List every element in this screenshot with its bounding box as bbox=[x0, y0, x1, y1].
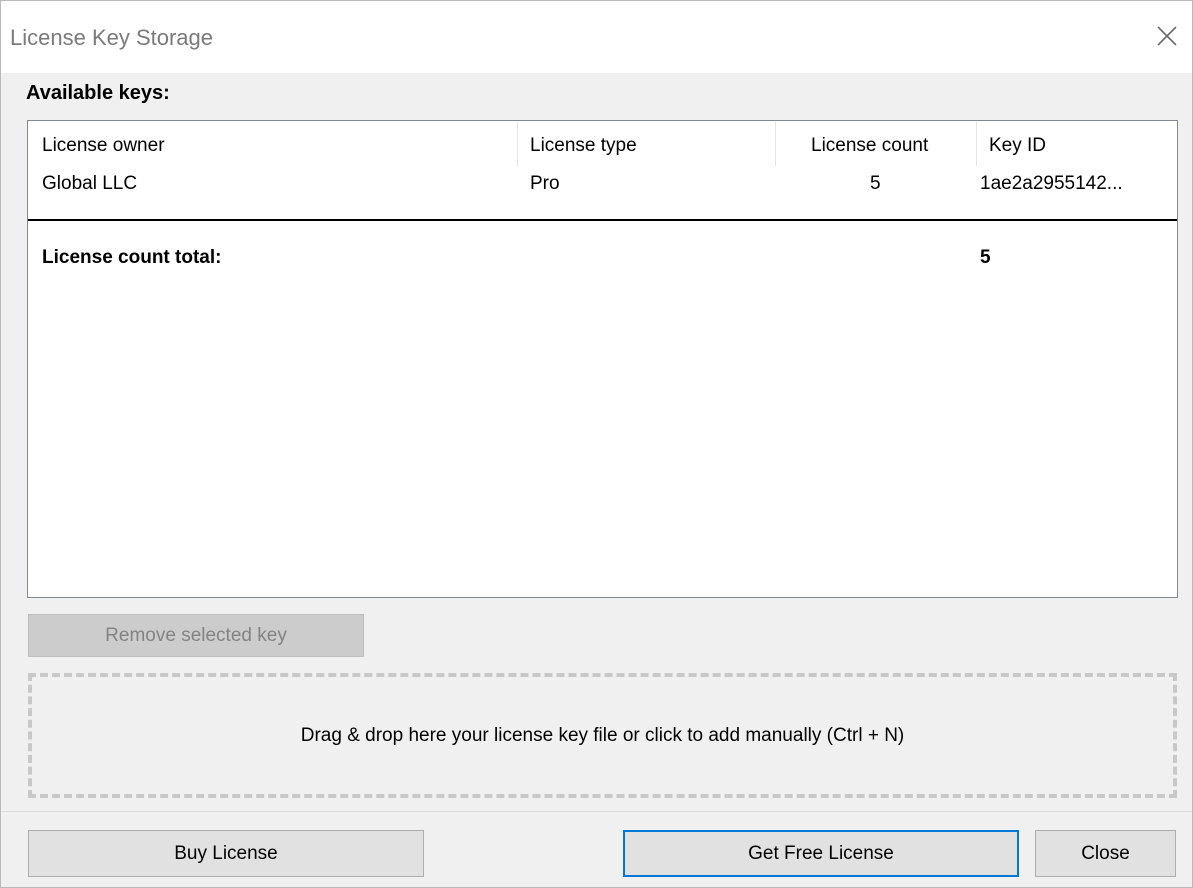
cell-owner: Global LLC bbox=[42, 173, 138, 194]
column-header-count[interactable]: License count bbox=[811, 135, 928, 157]
column-separator[interactable] bbox=[976, 122, 977, 166]
license-key-storage-dialog: License Key Storage Available keys: Lice… bbox=[0, 0, 1193, 888]
buy-license-button[interactable]: Buy License bbox=[28, 830, 424, 877]
column-header-owner[interactable]: License owner bbox=[42, 135, 165, 157]
cell-count: 5 bbox=[870, 173, 881, 194]
column-header-type[interactable]: License type bbox=[530, 135, 637, 157]
keys-list[interactable]: License owner License type License count… bbox=[27, 120, 1178, 598]
column-separator[interactable] bbox=[517, 122, 518, 166]
cell-type: Pro bbox=[530, 173, 560, 194]
total-value: 5 bbox=[980, 247, 991, 268]
title-bar: License Key Storage bbox=[1, 1, 1192, 73]
get-free-license-button[interactable]: Get Free License bbox=[623, 830, 1019, 877]
dropzone-text: Drag & drop here your license key file o… bbox=[300, 724, 905, 746]
column-separator[interactable] bbox=[775, 122, 776, 166]
remove-selected-key-button[interactable]: Remove selected key bbox=[28, 614, 364, 657]
cell-key-id: 1ae2a2955142... bbox=[980, 173, 1123, 194]
license-dropzone[interactable]: Drag & drop here your license key file o… bbox=[28, 673, 1177, 798]
total-divider bbox=[28, 219, 1177, 221]
available-keys-label: Available keys: bbox=[26, 82, 170, 104]
window-title: License Key Storage bbox=[10, 25, 214, 50]
footer-divider bbox=[1, 811, 1192, 812]
close-button[interactable]: Close bbox=[1035, 830, 1176, 877]
total-label: License count total: bbox=[42, 247, 222, 268]
column-header-key-id[interactable]: Key ID bbox=[989, 135, 1046, 157]
close-icon[interactable] bbox=[1148, 17, 1186, 55]
